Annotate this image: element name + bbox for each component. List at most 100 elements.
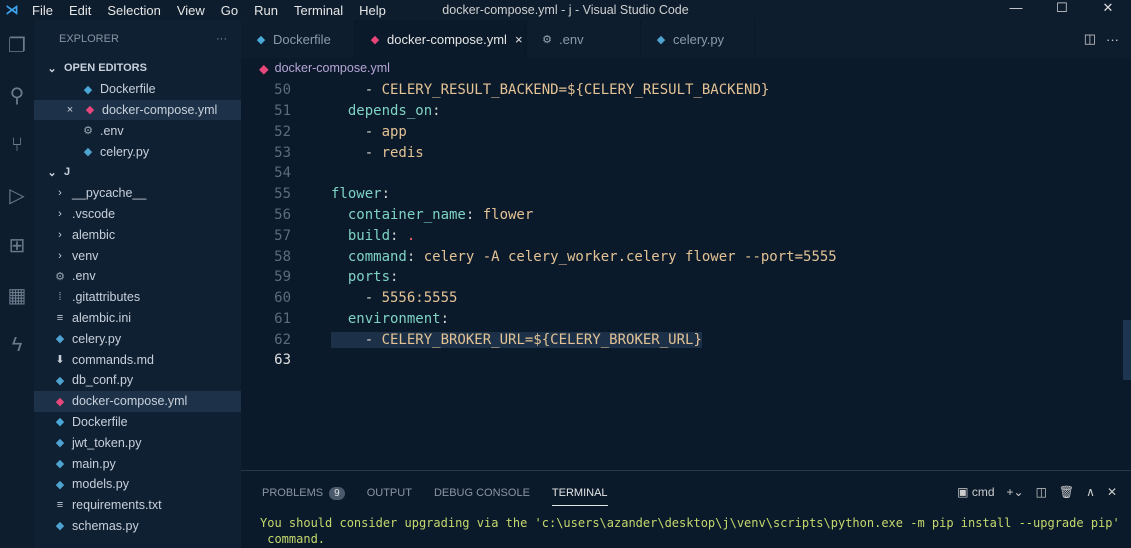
- tab-debug-console[interactable]: DEBUG CONSOLE: [434, 487, 530, 499]
- file-item[interactable]: ≡ alembic.ini: [34, 308, 241, 329]
- line-number: 50: [274, 82, 291, 99]
- maximize-button[interactable]: ☐: [1039, 0, 1085, 16]
- file-item[interactable]: ◆ schemas.py: [34, 516, 241, 537]
- code-token: :: [465, 206, 483, 223]
- code-editor[interactable]: 50 - CELERY_RESULT_BACKEND=${CELERY_RESU…: [241, 80, 1131, 470]
- menu-run[interactable]: Run: [254, 3, 278, 18]
- file-name: models.py: [72, 477, 129, 492]
- file-item[interactable]: ◆ main.py: [34, 453, 241, 474]
- explorer-title: EXPLORER: [59, 33, 119, 45]
- file-item[interactable]: ◆ Dockerfile: [34, 412, 241, 433]
- maximize-panel-icon[interactable]: ∧: [1086, 485, 1095, 499]
- code-token: -: [331, 290, 382, 307]
- folder-item[interactable]: › alembic: [34, 224, 241, 245]
- extensions-icon[interactable]: ⊞: [0, 220, 34, 270]
- file-item[interactable]: ⬇ commands.md: [34, 349, 241, 370]
- code-text: - app: [331, 124, 407, 140]
- menu-terminal[interactable]: Terminal: [294, 3, 343, 18]
- gear-icon: ⚙: [542, 33, 552, 46]
- file-item[interactable]: ⚙ .env: [34, 266, 241, 287]
- line-number: 60: [274, 290, 291, 307]
- menu-selection[interactable]: Selection: [107, 3, 160, 18]
- folder-header[interactable]: ⌄ J: [34, 162, 241, 183]
- menu-go[interactable]: Go: [221, 3, 238, 18]
- python-icon: ◆: [55, 374, 65, 387]
- folder-item[interactable]: › venv: [34, 245, 241, 266]
- editor-scrollbar[interactable]: [1123, 80, 1131, 470]
- code-token: :: [381, 186, 391, 203]
- code-line: 53 - redis: [241, 142, 1131, 163]
- line-number: 63: [274, 352, 291, 369]
- tab-dockercomposeyml[interactable]: ◆ docker-compose.yml ×: [355, 20, 527, 58]
- file-name: .env: [100, 123, 124, 138]
- menu-help[interactable]: Help: [359, 3, 386, 18]
- run-debug-icon[interactable]: ▷: [0, 170, 34, 220]
- new-terminal-icon[interactable]: +⌄: [1007, 485, 1024, 499]
- tab-terminal[interactable]: TERMINAL: [551, 487, 608, 506]
- split-editor-icon[interactable]: ◫: [1084, 31, 1096, 47]
- file-item[interactable]: ◆ db_conf.py: [34, 370, 241, 391]
- file-item[interactable]: ◆ jwt_token.py: [34, 432, 241, 453]
- source-control-icon[interactable]: ⑂: [0, 120, 34, 170]
- code-text: - CELERY_RESULT_BACKEND=${CELERY_RESULT_…: [331, 82, 770, 99]
- open-editor-item[interactable]: ⚙ .env: [34, 120, 241, 141]
- line-number: 53: [274, 144, 291, 161]
- close-panel-icon[interactable]: ✕: [1107, 485, 1117, 499]
- close-window-button[interactable]: ✕: [1085, 0, 1131, 16]
- trash-icon[interactable]: 🗑: [1059, 485, 1074, 499]
- lightning-icon[interactable]: ϟ: [0, 320, 34, 370]
- tab-Dockerfile[interactable]: ◆ Dockerfile: [241, 20, 355, 58]
- more-actions-button[interactable]: ···: [216, 33, 227, 45]
- close-icon[interactable]: ×: [62, 104, 78, 116]
- code-token: -: [331, 82, 382, 99]
- docker-icon[interactable]: ▦: [0, 270, 34, 320]
- breadcrumb[interactable]: ◆ docker-compose.yml: [241, 58, 390, 78]
- explorer-sidebar: EXPLORER ··· ⌄ OPEN EDITORS ◆ Dockerfile × ◆ d…: [34, 20, 241, 548]
- menu-edit[interactable]: Edit: [69, 3, 91, 18]
- explorer-icon[interactable]: ❐: [0, 20, 34, 70]
- terminal-shell-selector[interactable]: ▣ cmd: [957, 485, 994, 499]
- tab-close-button[interactable]: ×: [515, 32, 523, 47]
- search-icon[interactable]: ⚲: [0, 70, 34, 120]
- txt-icon: ≡: [56, 499, 64, 512]
- tab-env[interactable]: ⚙ .env: [527, 20, 641, 58]
- tab-problems[interactable]: PROBLEMS 9: [262, 487, 345, 500]
- minimize-button[interactable]: —: [993, 0, 1039, 16]
- chevron-right-icon: ›: [58, 228, 62, 241]
- file-item[interactable]: ◆ docker-compose.yml: [34, 390, 241, 412]
- code-line: 54: [241, 163, 1131, 184]
- file-name: schemas.py: [72, 518, 139, 533]
- menu-view[interactable]: View: [177, 3, 205, 18]
- file-item[interactable]: ≡ requirements.txt: [34, 495, 241, 516]
- title-bar: ⋊ File Edit Selection View Go Run Terminal Help…: [0, 0, 1131, 20]
- tab-output[interactable]: OUTPUT: [367, 487, 412, 499]
- open-editor-item[interactable]: ◆ Dockerfile: [34, 79, 241, 100]
- open-editor-item[interactable]: ◆ celery.py: [34, 141, 241, 162]
- open-editors-header[interactable]: ⌄ OPEN EDITORS: [34, 58, 241, 79]
- file-item[interactable]: ⁞ .gitattributes: [34, 287, 241, 308]
- menu-file[interactable]: File: [32, 3, 53, 18]
- python-icon: ◆: [55, 458, 65, 471]
- code-token: :: [390, 269, 399, 286]
- file-item[interactable]: ◆ celery.py: [34, 328, 241, 349]
- activity-bar: ❐ ⚲ ⑂ ▷ ⊞ ▦ ϟ: [0, 20, 34, 548]
- code-line: 61 environment:: [241, 308, 1131, 329]
- code-text: - CELERY_BROKER_URL=${CELERY_BROKER_URL}: [331, 331, 702, 348]
- more-icon[interactable]: ···: [1106, 32, 1119, 47]
- open-editor-item[interactable]: × ◆ docker-compose.yml: [34, 99, 241, 121]
- file-name: alembic.ini: [72, 310, 132, 325]
- code-text: ports:: [331, 269, 399, 286]
- docker-pink-icon: ◆: [85, 104, 95, 117]
- python-icon: ◆: [55, 520, 65, 533]
- code-token: redis: [381, 144, 424, 161]
- code-token: build: [331, 227, 391, 244]
- terminal-output[interactable]: You should consider upgrading via the 'c…: [241, 515, 1131, 547]
- tab-label: celery.py: [673, 31, 725, 47]
- folder-item[interactable]: › __pycache__: [34, 183, 241, 204]
- split-terminal-icon[interactable]: ◫: [1036, 485, 1047, 499]
- file-item[interactable]: ◆ models.py: [34, 474, 241, 495]
- folder-item[interactable]: › .vscode: [34, 204, 241, 225]
- problems-label: PROBLEMS: [262, 487, 324, 499]
- tab-celerypy[interactable]: ◆ celery.py: [641, 20, 755, 58]
- python-icon: ◆: [83, 146, 93, 159]
